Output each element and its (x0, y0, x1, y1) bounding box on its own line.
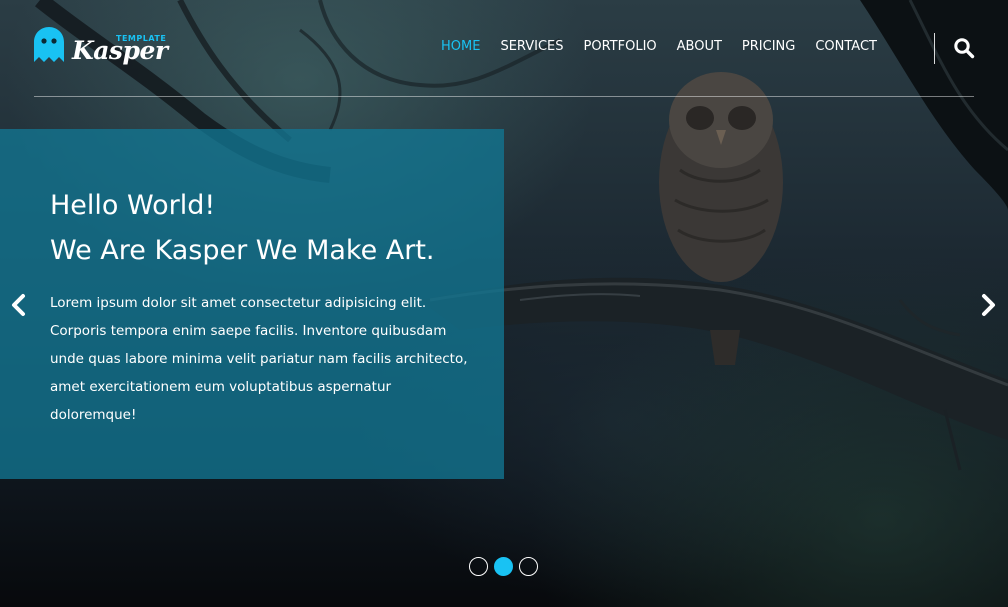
slider-dot-1[interactable] (469, 557, 488, 576)
chevron-right-icon[interactable] (980, 293, 998, 317)
slider-dot-3[interactable] (519, 557, 538, 576)
hero-title-line-1: Hello World! (50, 190, 216, 221)
nav-item-home[interactable]: HOME (441, 39, 480, 59)
hero-content-box: Hello World! We Are Kasper We Make Art. … (0, 129, 504, 479)
search-icon[interactable] (953, 37, 975, 59)
hero-description: Lorem ipsum dolor sit amet consectetur a… (50, 295, 468, 423)
site-header: TEMPLATE Kasper HOME SERVICES PORTFOLIO … (34, 0, 975, 97)
nav-item-about[interactable]: ABOUT (677, 39, 722, 59)
main-nav: HOME SERVICES PORTFOLIO ABOUT PRICING CO… (441, 39, 897, 59)
nav-item-pricing[interactable]: PRICING (742, 39, 795, 59)
nav-item-contact[interactable]: CONTACT (815, 39, 877, 59)
nav-divider (934, 33, 935, 64)
nav-item-services[interactable]: SERVICES (500, 39, 563, 59)
logo-text: Kasper (72, 36, 168, 65)
hero-section: TEMPLATE Kasper HOME SERVICES PORTFOLIO … (0, 0, 1008, 607)
hero-title: Hello World! We Are Kasper We Make Art. (50, 183, 435, 273)
chevron-left-icon[interactable] (9, 293, 27, 317)
hero-title-line-2: We Are Kasper We Make Art. (50, 235, 435, 266)
ghost-icon (34, 27, 64, 62)
slider-dot-2[interactable] (494, 557, 513, 576)
nav-item-portfolio[interactable]: PORTFOLIO (584, 39, 657, 59)
slider-dots (469, 557, 538, 576)
logo[interactable]: TEMPLATE Kasper (34, 26, 168, 68)
